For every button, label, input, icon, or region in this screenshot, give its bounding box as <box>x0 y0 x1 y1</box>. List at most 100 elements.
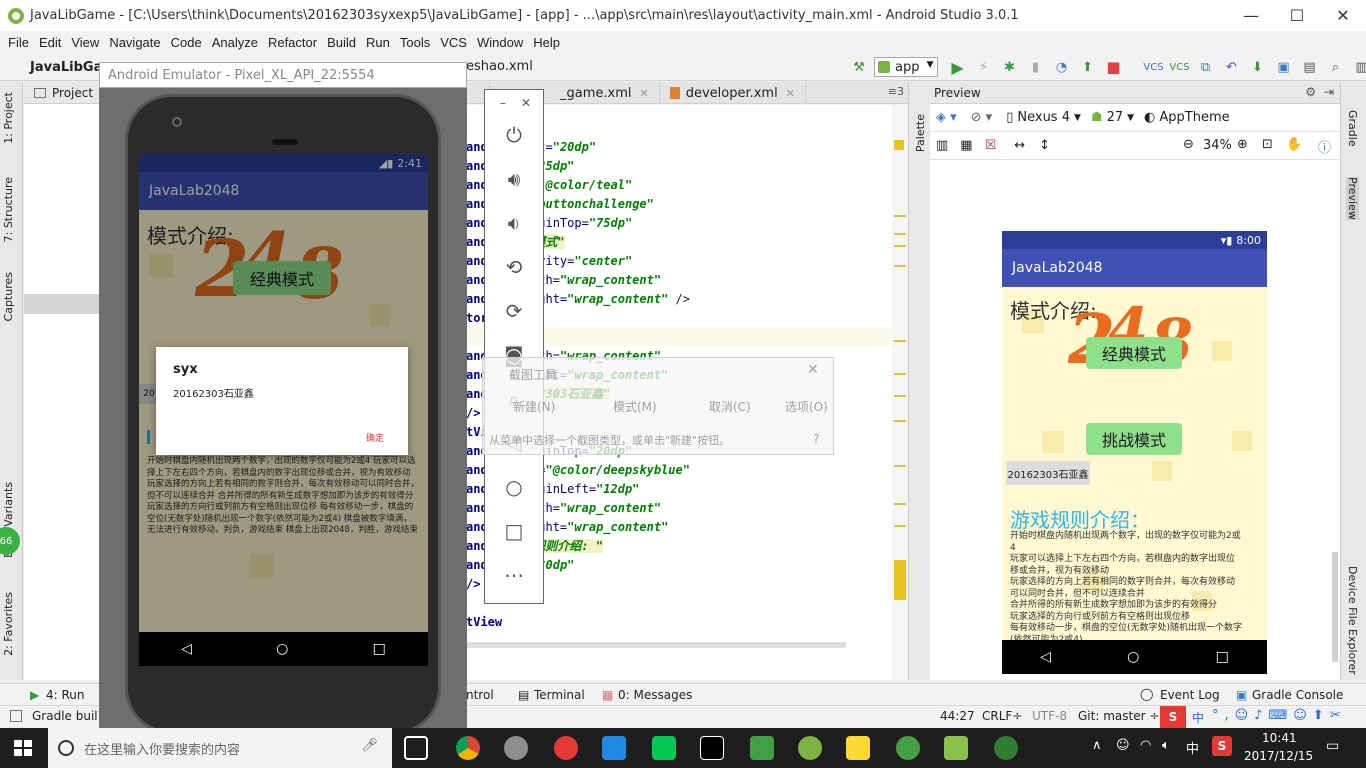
chrome-icon[interactable] <box>456 736 480 760</box>
orientation-icon[interactable]: ⊘ ▾ <box>971 110 993 125</box>
columns-icon[interactable]: ▥ <box>936 138 948 153</box>
resize-horizontal-icon[interactable]: ↔ <box>1014 138 1025 153</box>
toggle-tool-windows-icon[interactable] <box>10 710 22 722</box>
taskbar-search[interactable]: 在这里输入你要搜索的内容 🎤︎ <box>48 728 392 768</box>
home-icon[interactable]: ○ <box>485 472 543 502</box>
tab-event-log[interactable]: Event Log <box>1160 688 1220 702</box>
editor-error-stripe[interactable] <box>892 105 908 680</box>
project-structure-icon[interactable]: ▤ <box>1298 57 1320 77</box>
compare-icon[interactable]: ⧉ <box>1194 57 1216 77</box>
emulator-titlebar[interactable]: Android Emulator - Pixel_XL_API_22:5554 <box>99 62 467 88</box>
sogou-tray-icon[interactable]: S <box>1212 736 1232 756</box>
back-icon[interactable]: ◁ <box>1040 649 1051 665</box>
horizontal-scrollbar[interactable] <box>466 642 846 648</box>
back-icon[interactable]: ◁ <box>181 641 192 657</box>
hammer-icon[interactable]: ⚒ <box>848 57 870 77</box>
app-icon-11[interactable] <box>944 736 968 760</box>
menu-tools[interactable]: Tools <box>396 35 434 50</box>
hide-panel-icon[interactable]: ⇥ <box>1324 85 1334 99</box>
recents-icon[interactable]: □ <box>1216 649 1229 665</box>
preview-challenge-mode-button[interactable]: 挑战模式 <box>1086 423 1182 455</box>
menu-file[interactable]: File <box>4 35 33 50</box>
tab-captures[interactable]: Captures <box>2 272 15 321</box>
tab-messages[interactable]: 0: Messages <box>618 688 692 702</box>
preview-device-screen[interactable]: ▾▮ 8:00 JavaLab2048 模式介绍: 2 4 8 经典模式 挑战模… <box>1002 231 1267 674</box>
preview-scrollbar[interactable] <box>1332 552 1338 662</box>
emulator-close-icon[interactable]: ✕ <box>521 96 531 110</box>
maximize-button[interactable]: ☐ <box>1274 0 1320 31</box>
preview-syx-button[interactable]: 20162303石亚鑫 <box>1006 461 1090 485</box>
menu-navigate[interactable]: Navigate <box>105 35 164 50</box>
breadcrumb-file[interactable]: eshao.xml <box>466 59 533 74</box>
search-icon[interactable]: ⌕ <box>1324 57 1346 77</box>
snip-options-button[interactable]: 选项(O) <box>785 398 828 415</box>
menu-view[interactable]: View <box>67 35 103 50</box>
close-button[interactable]: ✕ <box>1320 0 1366 31</box>
theme-select[interactable]: AppTheme <box>1159 110 1229 125</box>
snip-close-icon[interactable]: ✕ <box>807 362 819 378</box>
recents-icon[interactable]: □ <box>373 641 386 657</box>
tab-favorites[interactable]: 2: Favorites <box>2 592 15 656</box>
profile-icon[interactable]: ▮ <box>1024 57 1046 77</box>
pan-icon[interactable]: ✋ <box>1286 137 1302 152</box>
tab-device-file-explorer[interactable]: Device File Explorer <box>1346 566 1359 675</box>
menu-edit[interactable]: Edit <box>35 35 65 50</box>
zoom-out-icon[interactable]: ⊖ <box>1183 137 1194 152</box>
tab-structure[interactable]: 7: Structure <box>2 177 15 242</box>
emulator-minimize-icon[interactable]: – <box>500 96 506 110</box>
wifi-icon[interactable]: ◠ <box>1140 738 1151 753</box>
menu-run[interactable]: Run <box>362 35 394 50</box>
wechat-icon[interactable] <box>994 736 1018 760</box>
error-toggle-icon[interactable]: ☒ <box>985 138 997 153</box>
app-icon-7[interactable] <box>750 736 774 760</box>
sync-icon[interactable]: ▥ <box>1350 57 1366 77</box>
zoom-fit-icon[interactable]: ⊡ <box>1262 137 1273 152</box>
code-line[interactable]: tView <box>466 613 502 632</box>
snip-new-button[interactable]: 新建(N) <box>513 398 555 415</box>
layers-icon[interactable]: ◈ ▾ <box>936 110 957 125</box>
menu-window[interactable]: Window <box>473 35 527 50</box>
snip-mode-button[interactable]: 模式(M) <box>613 398 657 415</box>
taskbar-ime[interactable]: 中 <box>1186 738 1199 757</box>
minimize-button[interactable]: — <box>1228 0 1274 31</box>
microphone-icon[interactable]: 🎤︎ <box>361 738 378 753</box>
dialog-ok-button[interactable]: 确定 <box>366 431 384 444</box>
zoom-in-icon[interactable]: ⊕ <box>1237 137 1248 152</box>
tab-project[interactable]: 1: Project <box>2 92 15 144</box>
sogou-ime-icon[interactable]: S <box>1160 706 1186 728</box>
file-explorer-icon[interactable] <box>846 736 870 760</box>
tab-gradle[interactable]: Gradle <box>1346 110 1359 147</box>
close-tab-icon[interactable]: ✕ <box>639 87 648 100</box>
api-select[interactable]: 27 <box>1107 110 1124 125</box>
tab-logcat[interactable]: ntrol <box>466 688 494 702</box>
overview-icon[interactable]: □ <box>485 516 543 546</box>
device-select[interactable]: Nexus 4 <box>1017 110 1070 125</box>
task-view-icon[interactable] <box>404 736 428 760</box>
revert-icon[interactable]: ↶ <box>1220 57 1242 77</box>
file-encoding[interactable]: UTF-8 <box>1032 709 1067 723</box>
rotate-right-icon[interactable]: ⟳ <box>485 296 543 326</box>
volume-up-icon[interactable]: 🔊︎ <box>485 164 543 194</box>
ime-toolbar-icons[interactable]: °,☺♪⌨☺⬆✂ <box>1212 708 1347 723</box>
intellij-icon[interactable] <box>700 736 724 760</box>
tab-gradle-console[interactable]: Gradle Console <box>1252 688 1343 702</box>
menu-build[interactable]: Build <box>323 35 360 50</box>
volume-icon[interactable]: 🔈︎ <box>1162 738 1170 753</box>
menu-code[interactable]: Code <box>167 35 206 50</box>
menu-analyze[interactable]: Analyze <box>208 35 262 50</box>
taskbar-time[interactable]: 10:41 <box>1262 731 1297 745</box>
more-icon[interactable]: ⋯ <box>485 560 543 590</box>
run-icon[interactable]: ▶ <box>946 57 968 77</box>
windows-start-icon[interactable] <box>14 740 32 756</box>
apply-changes-icon[interactable]: ⚡ <box>972 57 994 77</box>
selected-tree-row[interactable] <box>24 294 100 314</box>
code-line[interactable]: /> <box>466 575 480 594</box>
help-icon[interactable]: ? <box>813 432 819 446</box>
caret-position[interactable]: 44:27 <box>940 709 975 723</box>
snip-cancel-button[interactable]: 取消(C) <box>709 398 751 415</box>
info-icon[interactable]: ⓘ <box>1318 137 1331 156</box>
menu-refactor[interactable]: Refactor <box>264 35 321 50</box>
run-config-select[interactable]: app ▼ <box>874 57 939 77</box>
line-separator[interactable]: CRLF÷ <box>982 709 1022 723</box>
attach-icon[interactable]: ◔ <box>1050 57 1072 77</box>
